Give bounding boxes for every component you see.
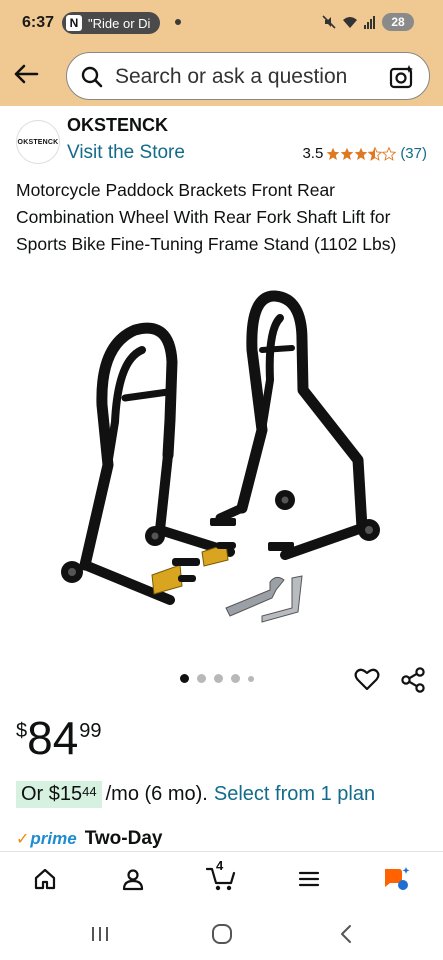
- brand-name: OKSTENCK: [67, 115, 169, 135]
- home-icon: [34, 868, 56, 890]
- star-full-icon: [327, 147, 340, 160]
- price-symbol: $: [16, 720, 28, 742]
- star-empty-icon: [382, 146, 397, 161]
- installment-price: Or $15 44: [16, 781, 102, 808]
- rating-value: 3.5: [302, 145, 324, 162]
- product-title: Motorcycle Paddock Brackets Front Rear C…: [16, 180, 397, 254]
- brand-logo[interactable]: OKSTENCK: [16, 120, 60, 164]
- carousel-dot[interactable]: [197, 674, 206, 683]
- visit-store-link[interactable]: Visit the Store: [67, 142, 185, 164]
- battery-icon: 28: [382, 13, 414, 31]
- rufus-ai-icon: [385, 867, 410, 890]
- price-whole: 84: [27, 712, 79, 764]
- star-rating: [326, 146, 397, 161]
- search-input[interactable]: Search or ask a question: [115, 65, 347, 89]
- select-plan-link[interactable]: Select from 1 plan: [214, 783, 375, 806]
- carousel-dot[interactable]: [231, 674, 240, 683]
- installment-terms: /mo (6 mo).: [105, 783, 208, 805]
- brand-row: OKSTENCK OKSTENCK Visit the Store 3.5 (3…: [0, 110, 443, 170]
- search-bar[interactable]: Search or ask a question: [66, 52, 430, 100]
- cart-count: 4: [216, 858, 224, 873]
- installment-offer: Or $15 44 /mo (6 mo). Select from 1 plan: [16, 781, 375, 808]
- right-paddock-stand: [215, 290, 368, 560]
- prime-delivery: ✓ prime Two-Day: [16, 826, 163, 854]
- recent-apps-icon[interactable]: [88, 922, 112, 946]
- share-icon[interactable]: [399, 666, 427, 694]
- notification-pill[interactable]: N "Ride or Di: [62, 12, 160, 34]
- camera-search-icon[interactable]: [389, 64, 415, 90]
- signal-icon: [364, 16, 375, 29]
- brand-logo-text: OKSTENCK: [17, 138, 59, 146]
- menu-icon: [298, 871, 320, 887]
- carousel-dot[interactable]: [248, 675, 254, 682]
- star-full-icon: [355, 147, 368, 160]
- rating-summary[interactable]: 3.5 (37): [302, 145, 427, 162]
- notification-text: "Ride or Di: [88, 15, 151, 31]
- carousel-dot-active[interactable]: [180, 674, 189, 683]
- delivery-speed: Two-Day: [84, 828, 163, 854]
- system-nav-bar: [0, 906, 443, 960]
- delivery-speed-label: Two-Day: [84, 828, 163, 849]
- status-time: 6:37: [22, 14, 55, 31]
- notification-dot-icon: [175, 19, 181, 25]
- swingarm-spools: [225, 575, 303, 623]
- nav-home[interactable]: [30, 864, 60, 894]
- mute-icon: [322, 15, 336, 29]
- rating-count[interactable]: (37): [400, 145, 427, 162]
- status-icons: 28: [322, 13, 414, 31]
- heart-icon[interactable]: [354, 666, 380, 692]
- prime-logo: prime: [30, 829, 77, 848]
- search-header: Search or ask a question: [0, 46, 443, 106]
- price: $ 84 99: [16, 712, 102, 764]
- search-icon: [81, 66, 103, 88]
- product-image[interactable]: [40, 290, 410, 640]
- back-button-icon[interactable]: [334, 922, 358, 946]
- prime-check-icon: ✓: [16, 831, 30, 848]
- account-icon: [122, 869, 144, 891]
- nav-cart[interactable]: 4: [206, 858, 236, 894]
- carousel-dot[interactable]: [214, 674, 223, 683]
- nav-menu[interactable]: [294, 864, 324, 894]
- nav-rufus[interactable]: [382, 864, 412, 894]
- installment-cents: 44: [82, 784, 97, 799]
- home-button-icon[interactable]: [210, 922, 234, 946]
- installment-amount: Or $15: [21, 783, 83, 805]
- star-full-icon: [341, 147, 354, 160]
- wifi-icon: [343, 17, 357, 28]
- star-half-icon: [368, 146, 383, 161]
- price-fraction: 99: [79, 720, 102, 742]
- nav-account[interactable]: [118, 864, 148, 894]
- image-carousel-dots[interactable]: [180, 674, 254, 683]
- netflix-app-icon: N: [66, 15, 82, 31]
- status-bar: 6:37 N "Ride or Di 28: [0, 0, 443, 46]
- back-arrow-icon[interactable]: [12, 60, 40, 88]
- bottom-nav: 4: [0, 851, 443, 906]
